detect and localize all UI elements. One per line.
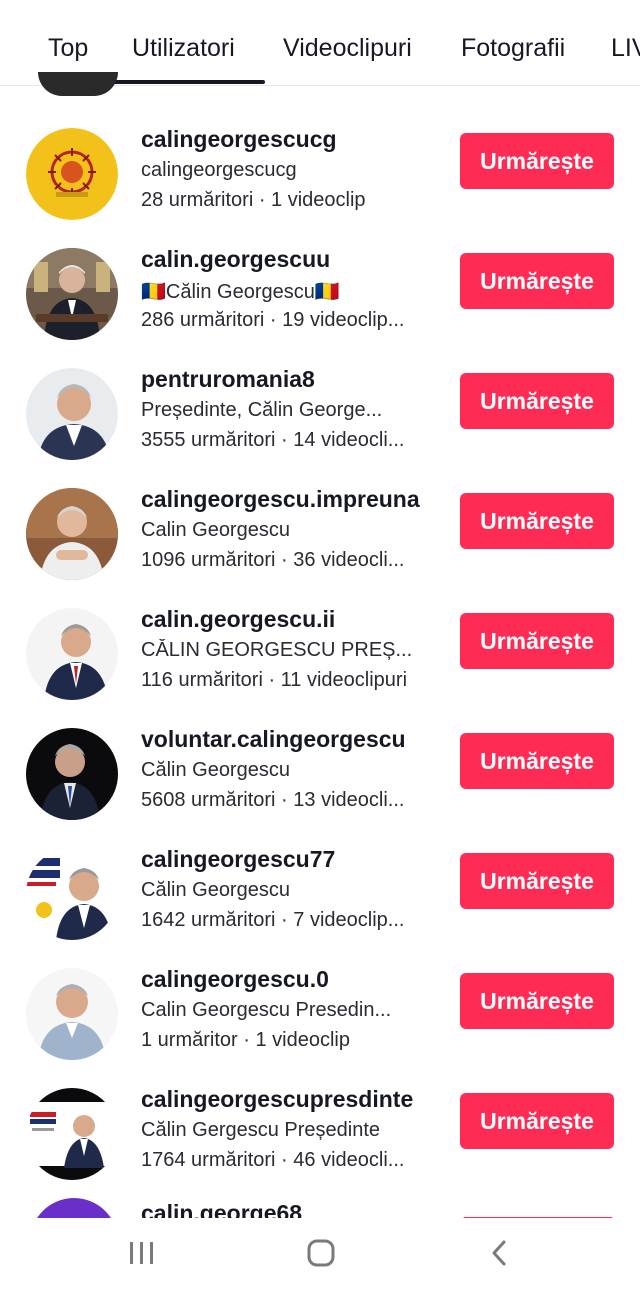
follower-video-stats: 3555 urmăritori · 14 videocli...: [141, 429, 405, 451]
username[interactable]: calingeorgescu77: [141, 846, 335, 873]
display-name: Calin Georgescu: [141, 519, 290, 541]
user-result-row[interactable]: voluntar.calingeorgescu Călin Georgescu …: [0, 722, 640, 842]
username[interactable]: calingeorgescu.impreuna: [141, 486, 420, 513]
username[interactable]: calin.georgescu.ii: [141, 606, 335, 633]
username[interactable]: calin.georgescuu: [141, 246, 330, 273]
follower-video-stats: 5608 urmăritori · 13 videocli...: [141, 789, 405, 811]
active-tab-indicator: [113, 80, 265, 84]
display-name: Președinte, Călin George...: [141, 399, 383, 421]
tab-top[interactable]: Top: [48, 34, 88, 63]
follower-video-stats: 1764 urmăritori · 46 videocli...: [141, 1149, 405, 1171]
tab-live[interactable]: LIVE: [611, 34, 640, 63]
username[interactable]: calingeorgescu.0: [141, 966, 329, 993]
username[interactable]: calingeorgescucg: [141, 126, 337, 153]
follow-button[interactable]: Urmărește: [460, 253, 614, 309]
follow-button[interactable]: Urmărește: [460, 373, 614, 429]
user-result-row[interactable]: calin.georgescuu 🇷🇴Călin Georgescu🇷🇴 286…: [0, 242, 640, 362]
follower-video-stats: 28 urmăritori · 1 videoclip: [141, 189, 366, 211]
display-name: Călin Georgescu: [141, 759, 290, 781]
follower-video-stats: 1 urmăritor · 1 videoclip: [141, 1029, 350, 1051]
avatar[interactable]: [26, 728, 118, 820]
home-icon[interactable]: [306, 1238, 336, 1268]
user-result-row[interactable]: calingeorgescucg calingeorgescucg 28 urm…: [0, 122, 640, 242]
avatar-partial: [38, 72, 118, 96]
avatar[interactable]: [26, 608, 118, 700]
follow-button[interactable]: Urmărește: [460, 493, 614, 549]
display-name: Călin Gergescu Președinte: [141, 1119, 381, 1141]
username[interactable]: calingeorgescupresdinte: [141, 1086, 413, 1113]
tab-fotografii[interactable]: Fotografii: [461, 34, 565, 63]
follower-video-stats: 286 urmăritori · 19 videoclip...: [141, 309, 405, 331]
display-name: calingeorgescucg: [141, 159, 297, 181]
avatar[interactable]: [26, 368, 118, 460]
follow-button[interactable]: Urmărește: [460, 1093, 614, 1149]
username[interactable]: voluntar.calingeorgescu: [141, 726, 406, 753]
display-name: 🇷🇴Călin Georgescu🇷🇴: [141, 281, 340, 303]
avatar[interactable]: [26, 248, 118, 340]
avatar[interactable]: [26, 848, 118, 940]
follow-button[interactable]: Urmărește: [460, 973, 614, 1029]
tab-utilizatori[interactable]: Utilizatori: [132, 34, 235, 63]
avatar[interactable]: [26, 488, 118, 580]
user-result-row[interactable]: pentruromania8 Președinte, Călin George.…: [0, 362, 640, 482]
follow-button[interactable]: Urmărește: [460, 853, 614, 909]
avatar[interactable]: [30, 1198, 118, 1220]
display-name: Calin Georgescu Presedin...: [141, 999, 392, 1021]
user-result-row[interactable]: calin.georgescu.ii CĂLIN GEORGESCU PREȘ.…: [0, 602, 640, 722]
follow-button[interactable]: Urmărește: [460, 613, 614, 669]
user-result-row[interactable]: calingeorgescu.impreuna Calin Georgescu …: [0, 482, 640, 602]
follow-button[interactable]: Urmărește: [460, 733, 614, 789]
user-result-row[interactable]: calingeorgescu77 Călin Georgescu 1642 ur…: [0, 842, 640, 962]
system-nav-bar: [0, 1218, 640, 1300]
follower-video-stats: 1096 urmăritori · 36 videocli...: [141, 549, 405, 571]
user-result-row[interactable]: calingeorgescupresdinte Călin Gergescu P…: [0, 1082, 640, 1202]
follow-button[interactable]: Urmărește: [460, 133, 614, 189]
user-result-row-partial[interactable]: calin.george68: [0, 1190, 640, 1220]
avatar[interactable]: [26, 968, 118, 1060]
follower-video-stats: 116 urmăritori · 11 videoclipuri: [141, 669, 408, 691]
display-name: CĂLIN GEORGESCU PREȘ...: [141, 639, 413, 661]
username[interactable]: calin.george68: [141, 1200, 302, 1220]
avatar[interactable]: [26, 1088, 118, 1180]
display-name: Călin Georgescu: [141, 879, 290, 901]
tab-videoclipuri[interactable]: Videoclipuri: [283, 34, 412, 63]
user-result-row[interactable]: calingeorgescu.0 Calin Georgescu Presedi…: [0, 962, 640, 1082]
username[interactable]: pentruromania8: [141, 366, 315, 393]
recent-apps-icon[interactable]: [128, 1240, 156, 1266]
back-icon[interactable]: [488, 1238, 510, 1268]
avatar[interactable]: [26, 128, 118, 220]
follower-video-stats: 1642 urmăritori · 7 videoclip...: [141, 909, 405, 931]
